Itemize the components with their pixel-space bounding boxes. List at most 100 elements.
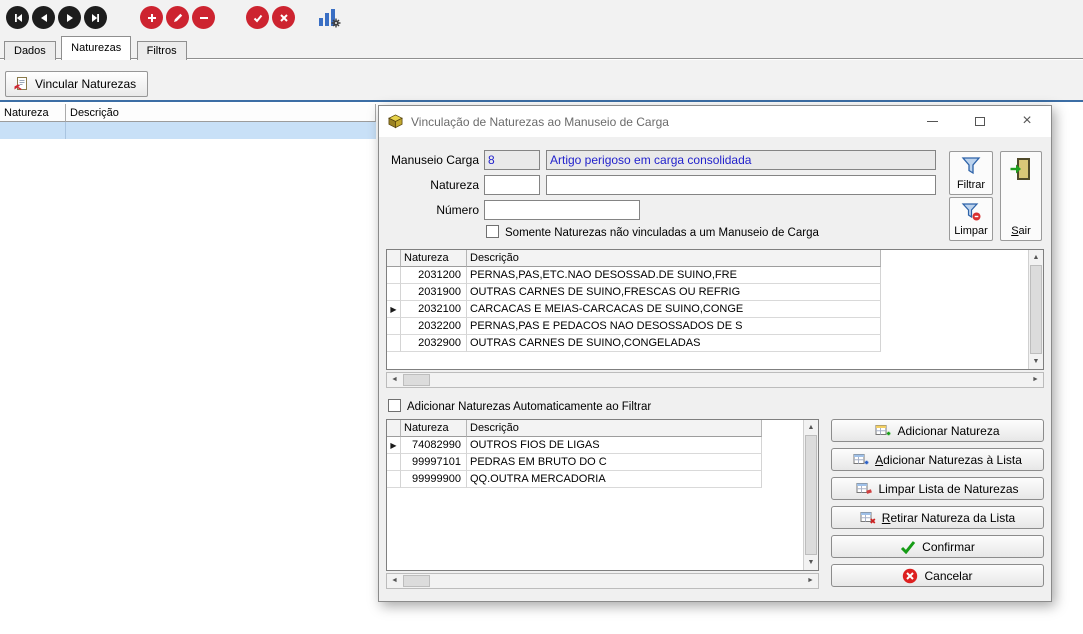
first-record-button[interactable] [6,6,29,29]
confirmar-label: Confirmar [922,540,975,554]
delete-record-button[interactable] [192,6,215,29]
manuseio-carga-code-field[interactable] [484,150,540,170]
background-grid-header: Natureza Descrição [0,104,376,122]
current-row-indicator-icon [387,301,401,318]
scroll-up-icon[interactable]: ▲ [1029,250,1043,265]
row-indicator [387,454,401,471]
table-row-selected[interactable]: 2032100 CARCACAS E MEIAS-CARCACAS DE SUI… [387,301,881,318]
last-record-button[interactable] [84,6,107,29]
scroll-thumb[interactable] [403,374,430,386]
numero-field[interactable] [484,200,640,220]
cell-descricao: PEDRAS EM BRUTO DO C [467,454,762,471]
vincular-naturezas-button[interactable]: Vincular Naturezas [5,71,148,97]
maximize-button[interactable] [965,106,995,136]
only-unlinked-label: Somente Naturezas não vinculadas a um Ma… [505,227,819,239]
scroll-down-icon[interactable]: ▼ [1029,354,1043,369]
row-indicator [387,318,401,335]
cancel-circle-icon [902,568,918,584]
cell-natureza: 74082990 [401,437,467,454]
add-record-button[interactable] [140,6,163,29]
delete-record-icon [198,12,210,24]
cancelar-button[interactable]: Cancelar [831,564,1044,587]
horizontal-scrollbar[interactable]: ◄ ► [386,372,1044,388]
filtrar-button[interactable]: Filtrar [949,151,993,195]
scroll-thumb[interactable] [1030,265,1042,354]
cell-natureza: 2032100 [401,301,467,318]
column-header-descricao[interactable]: Descrição [467,250,881,267]
scroll-right-icon[interactable]: ► [1028,373,1043,387]
cell-descricao: PERNAS,PAS,ETC.NAO DESOSSAD.DE SUINO,FRE [467,267,881,284]
next-record-button[interactable] [58,6,81,29]
numero-label: Número [379,203,479,217]
cell-natureza: 2031900 [401,284,467,301]
cancelar-label: Cancelar [924,569,972,583]
retirar-natureza-button[interactable]: Retirar Natureza da Lista [831,506,1044,529]
table-row-selected[interactable]: 74082990 OUTROS FIOS DE LIGAS [387,437,762,454]
scroll-down-icon[interactable]: ▼ [804,555,818,570]
tab-filtros[interactable]: Filtros [137,41,187,60]
scroll-up-icon[interactable]: ▲ [804,420,818,435]
natureza-code-field[interactable] [484,175,540,195]
limpar-button[interactable]: Limpar [949,197,993,241]
column-header-natureza[interactable]: Natureza [0,104,66,122]
confirm-record-button[interactable] [246,6,269,29]
scroll-thumb[interactable] [805,435,817,555]
table-row[interactable]: 2031200 PERNAS,PAS,ETC.NAO DESOSSAD.DE S… [387,267,881,284]
limpar-lista-button[interactable]: Limpar Lista de Naturezas [831,477,1044,500]
row-indicator [387,335,401,352]
vincular-naturezas-label: Vincular Naturezas [35,77,136,91]
cancel-record-button[interactable] [272,6,295,29]
cell-natureza: 2031200 [401,267,467,284]
previous-record-button[interactable] [32,6,55,29]
cell-descricao: CARCACAS E MEIAS-CARCACAS DE SUINO,CONGE [467,301,881,318]
current-row-indicator-icon [387,437,401,454]
table-row[interactable]: 99999900 QQ.OUTRA MERCADORIA [387,471,762,488]
scroll-left-icon[interactable]: ◄ [387,574,402,588]
tab-bar: Dados Naturezas Filtros [0,36,1083,59]
add-record-icon [146,12,158,24]
cell-natureza [0,122,66,139]
scroll-thumb[interactable] [403,575,430,587]
limpar-lista-label: Limpar Lista de Naturezas [878,482,1018,496]
natureza-label: Natureza [379,178,479,192]
manuseio-carga-desc-field[interactable] [546,150,936,170]
row-indicator [387,471,401,488]
close-icon: × [1022,113,1031,129]
table-remove-icon [860,511,876,525]
cell-descricao: OUTROS FIOS DE LIGAS [467,437,762,454]
natureza-desc-field[interactable] [546,175,936,195]
auto-add-checkbox[interactable] [388,399,401,412]
tab-dados[interactable]: Dados [4,41,56,60]
cell-descricao: OUTRAS CARNES DE SUINO,CONGELADAS [467,335,881,352]
table-row[interactable]: 2031900 OUTRAS CARNES DE SUINO,FRESCAS O… [387,284,881,301]
vertical-scrollbar[interactable]: ▲ ▼ [1028,250,1043,369]
close-button[interactable]: × [1012,106,1042,136]
only-unlinked-row: Somente Naturezas não vinculadas a um Ma… [486,225,819,239]
horizontal-scrollbar[interactable]: ◄ ► [386,573,819,589]
scroll-left-icon[interactable]: ◄ [387,373,402,387]
table-row[interactable]: 2032200 PERNAS,PAS E PEDACOS NAO DESOSSA… [387,318,881,335]
minimize-button[interactable] [917,106,947,136]
vinculacao-dialog: Vinculação de Naturezas ao Manuseio de C… [378,105,1052,602]
column-header-natureza[interactable]: Natureza [401,250,467,267]
column-header-descricao[interactable]: Descrição [467,420,762,437]
chart-settings-button[interactable] [316,6,342,30]
sair-button[interactable]: Sair [1000,151,1042,241]
only-unlinked-checkbox[interactable] [486,225,499,238]
cell-natureza: 2032200 [401,318,467,335]
adicionar-naturezas-lista-button[interactable]: Adicionar Naturezas à Lista [831,448,1044,471]
adicionar-natureza-button[interactable]: Adicionar Natureza [831,419,1044,442]
tab-naturezas[interactable]: Naturezas [61,36,131,60]
background-grid-selected-row[interactable] [0,122,376,139]
table-row[interactable]: 2032900 OUTRAS CARNES DE SUINO,CONGELADA… [387,335,881,352]
vertical-scrollbar[interactable]: ▲ ▼ [803,420,818,570]
dialog-titlebar[interactable]: Vinculação de Naturezas ao Manuseio de C… [379,106,1051,137]
edit-record-button[interactable] [166,6,189,29]
confirmar-button[interactable]: Confirmar [831,535,1044,558]
column-header-descricao[interactable]: Descrição [66,104,376,122]
filtrar-label: Filtrar [957,179,985,191]
table-row[interactable]: 99997101 PEDRAS EM BRUTO DO C [387,454,762,471]
scroll-right-icon[interactable]: ► [803,574,818,588]
minimize-icon [927,121,938,122]
column-header-natureza[interactable]: Natureza [401,420,467,437]
